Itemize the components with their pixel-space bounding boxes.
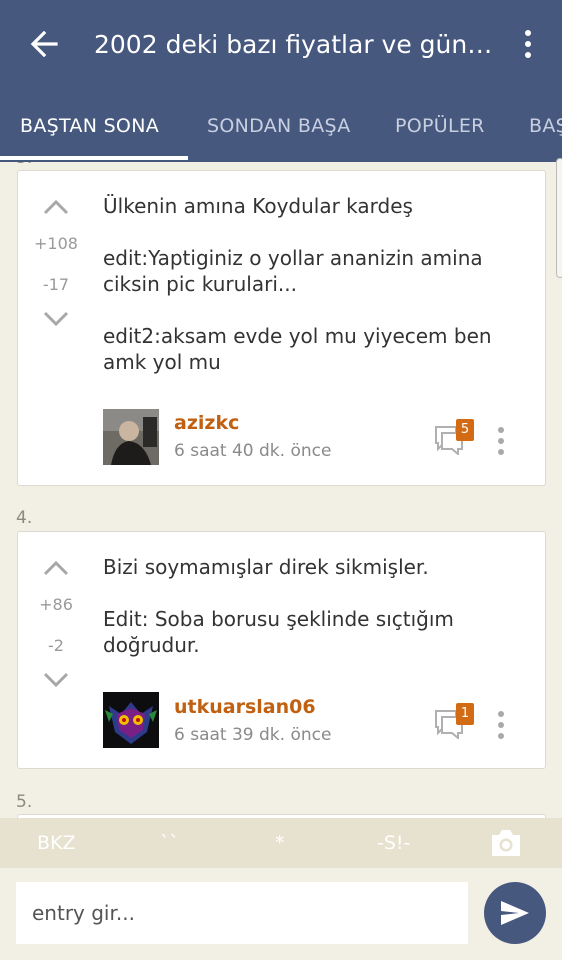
entry-input[interactable] [16, 882, 468, 944]
entry-paragraph: edit:Yaptiginiz o yollar ananizin amina … [103, 246, 483, 296]
vote-panel [36, 199, 76, 215]
send-icon [501, 901, 529, 925]
tab-bar: BAŞTAN SONA SONDAN BAŞA POPÜLER BAŞ [0, 100, 562, 162]
upvote-chevron-icon[interactable] [43, 560, 69, 576]
downvote-count: -17 [42, 275, 70, 294]
entry-time: 6 saat 40 dk. önce [174, 441, 332, 461]
entry-number: 4. [16, 508, 33, 528]
entry-number: 5. [16, 792, 33, 812]
entry-paragraph: edit2:aksam evde yol mu yiyecem ben amk … [103, 324, 492, 374]
vote-panel [36, 560, 76, 576]
comments-button[interactable]: 5 [434, 419, 474, 461]
downvote-count: -2 [48, 636, 64, 655]
upvote-chevron-icon[interactable] [43, 199, 69, 215]
upvote-count: +86 [39, 595, 73, 614]
entry-paragraph: Ülkenin amına Koydular kardeş [103, 194, 413, 218]
author-name[interactable]: azizkc [174, 412, 239, 434]
entry-list[interactable]: 3. +108 -17 Ülkenin amına Koydular karde… [0, 162, 562, 818]
send-button[interactable] [484, 882, 546, 944]
entry-more-icon[interactable] [496, 707, 506, 743]
overflow-menu-icon[interactable] [512, 24, 544, 64]
avatar[interactable] [103, 409, 159, 465]
comment-count-badge: 1 [456, 703, 474, 725]
entry-paragraph: Bizi soymamışlar direk sikmişler. [103, 555, 429, 579]
vote-panel-down [36, 672, 76, 688]
entry-paragraph: Edit: Soba borusu şeklinde sıçtığım doğr… [103, 607, 454, 657]
entry-more-icon[interactable] [496, 423, 506, 459]
entry-number: 3. [16, 162, 32, 168]
spoiler-button[interactable]: -S!- [377, 818, 410, 868]
format-shortcut-bar: BKZ `` * -S!- [0, 818, 562, 868]
entry-card: +86 -2 Bizi soymamışlar direk sikmişler.… [17, 531, 546, 769]
app-bar: 2002 deki bazı fiyatlar ve günü... BAŞTA… [0, 0, 562, 162]
comment-count-badge: 5 [456, 419, 474, 441]
entry-body: Ülkenin amına Koydular kardeş edit:Yapti… [103, 193, 513, 375]
bkz-button[interactable]: BKZ [37, 818, 76, 868]
comments-button[interactable]: 1 [434, 703, 474, 745]
backtick-button[interactable]: `` [160, 818, 179, 868]
scrollbar-thumb[interactable] [556, 158, 562, 278]
page-title: 2002 deki bazı fiyatlar ve günü... [94, 30, 504, 59]
downvote-chevron-icon[interactable] [43, 672, 69, 688]
entry-card: +108 -17 Ülkenin amına Koydular kardeş e… [17, 170, 546, 486]
tab-populer[interactable]: POPÜLER [395, 100, 485, 162]
toolbar: 2002 deki bazı fiyatlar ve günü... [0, 0, 562, 90]
entry-time: 6 saat 39 dk. önce [174, 725, 332, 745]
active-tab-indicator [0, 156, 188, 160]
tab-bastan-sona[interactable]: BAŞTAN SONA [20, 100, 159, 162]
star-button[interactable]: * [275, 818, 285, 868]
downvote-chevron-icon[interactable] [43, 311, 69, 327]
entry-body: Bizi soymamışlar direk sikmişler. Edit: … [103, 554, 513, 658]
camera-icon[interactable] [489, 828, 523, 858]
vote-panel-down [36, 311, 76, 327]
tab-bas[interactable]: BAŞ [529, 100, 562, 162]
composer-bar [0, 868, 562, 960]
author-name[interactable]: utkuarslan06 [174, 696, 316, 718]
tab-sondan-basa[interactable]: SONDAN BAŞA [207, 100, 351, 162]
avatar[interactable] [103, 692, 159, 748]
upvote-count: +108 [34, 234, 78, 253]
back-arrow-icon[interactable] [22, 24, 66, 64]
